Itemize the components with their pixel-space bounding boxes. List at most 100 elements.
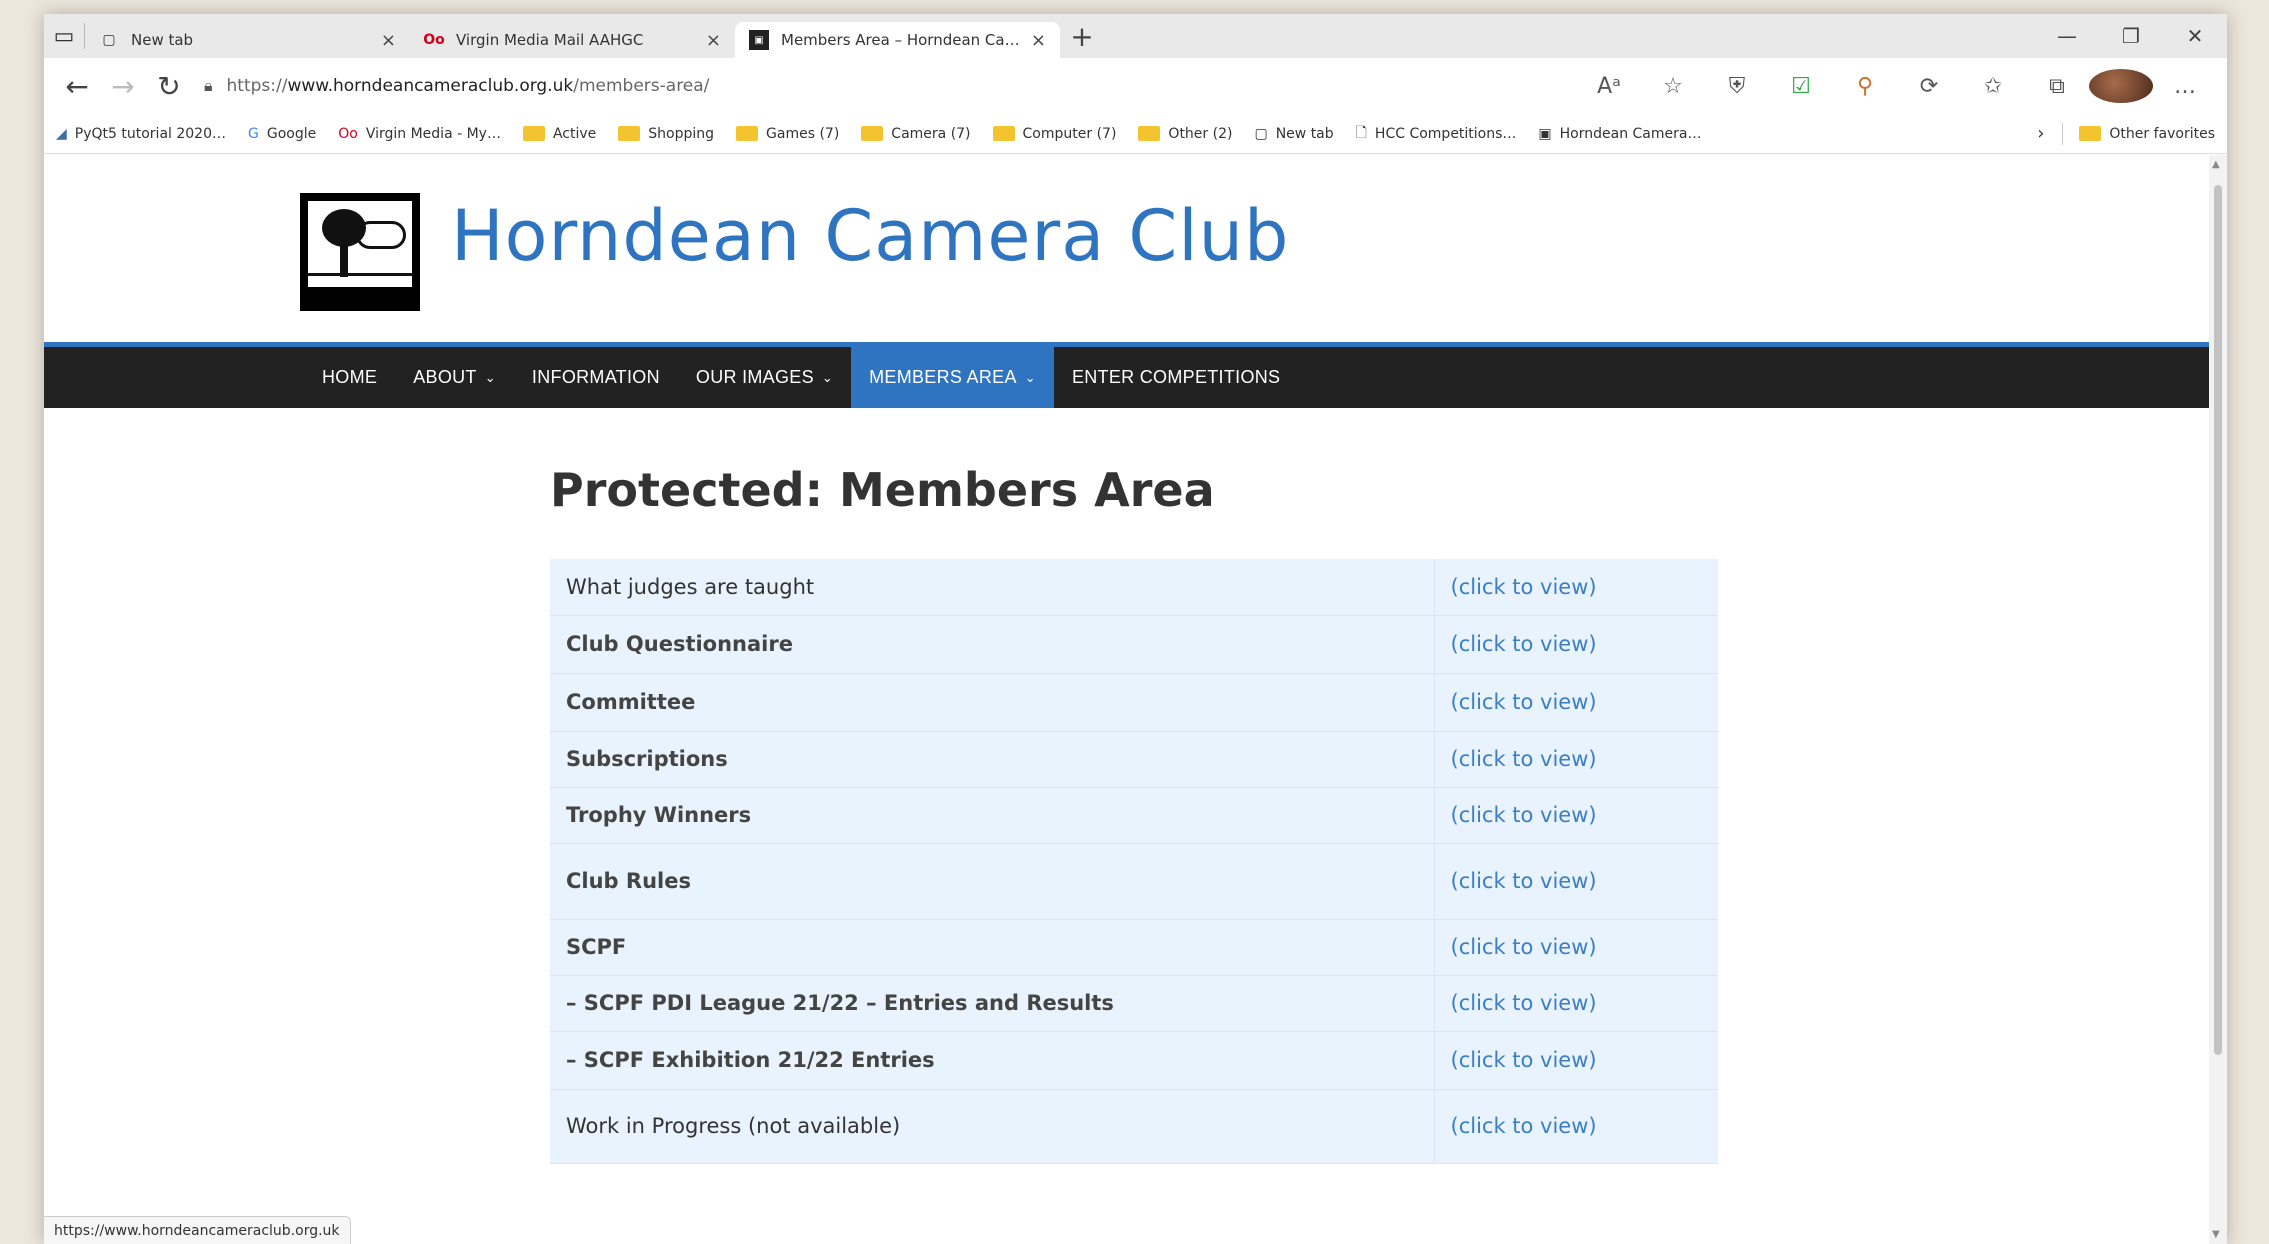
bookmark-item[interactable]: ▣ Horndean Camera… xyxy=(1538,126,1701,142)
tab-actions-icon[interactable]: ▭ xyxy=(44,14,84,58)
bookmark-item[interactable]: Camera (7) xyxy=(861,126,971,142)
close-icon[interactable]: × xyxy=(706,30,721,51)
minimize-icon[interactable]: — xyxy=(2035,14,2099,58)
nav-item-label: OUR IMAGES xyxy=(695,367,814,387)
search-extension-icon[interactable]: ⚲ xyxy=(1833,74,1897,99)
chevron-down-icon: ⌄ xyxy=(1024,369,1036,385)
click-to-view-link[interactable]: (click to view) xyxy=(1433,1089,1718,1164)
bookmark-item[interactable]: G Google xyxy=(248,126,316,142)
bookmark-item[interactable]: Active xyxy=(522,125,597,142)
chevron-right-icon[interactable]: › xyxy=(2037,123,2044,144)
folder-icon xyxy=(1138,126,1161,141)
other-favorites[interactable]: Other favorites xyxy=(2079,126,2215,142)
new-tab-button[interactable]: + xyxy=(1064,18,1100,54)
nav-item-about[interactable]: ABOUT ⌄ xyxy=(395,347,514,408)
bookmark-label: Other (2) xyxy=(1168,125,1233,142)
tab-members-area[interactable]: ▣ Members Area – Horndean Cam… × xyxy=(735,22,1060,58)
table-row: What judges are taught (click to view) xyxy=(550,559,1718,616)
click-to-view-link[interactable]: (click to view) xyxy=(1433,559,1718,616)
bookmark-label: Active xyxy=(552,125,597,142)
restore-icon[interactable]: ❐ xyxy=(2099,14,2163,58)
click-to-view-link[interactable]: (click to view) xyxy=(1433,919,1718,976)
folder-icon xyxy=(736,126,759,141)
table-row: – SCPF PDI League 21/22 – Entries and Re… xyxy=(550,975,1718,1032)
bookmark-item[interactable]: Computer (7) xyxy=(992,126,1116,142)
row-label: SCPF xyxy=(550,919,1434,976)
back-icon[interactable]: ← xyxy=(54,63,100,109)
bookmark-item[interactable]: Oo Virgin Media - My… xyxy=(338,126,501,142)
scroll-up-icon[interactable]: ▲ xyxy=(2212,159,2220,170)
click-to-view-link[interactable]: (click to view) xyxy=(1433,1031,1718,1090)
url-text[interactable]: https://www.horndeancameraclub.org.uk/me… xyxy=(227,76,710,96)
tab-new-tab[interactable]: ▢ New tab × xyxy=(85,22,410,58)
table-row: Subscriptions (click to view) xyxy=(550,731,1718,788)
extension-icon[interactable]: ⛨ xyxy=(1705,74,1769,99)
main-nav: HOME ABOUT ⌄ INFORMATION OUR IMAGES ⌄ MEMBERS … xyxy=(44,342,2227,408)
folder-icon xyxy=(992,126,1015,141)
row-label: What judges are taught xyxy=(550,559,1434,616)
row-label: Committee xyxy=(550,673,1434,732)
click-to-view-link[interactable]: (click to view) xyxy=(1433,615,1718,674)
club-logo[interactable] xyxy=(300,193,420,311)
nav-item-our-images[interactable]: OUR IMAGES ⌄ xyxy=(678,347,851,408)
bookmark-label: Google xyxy=(266,125,317,142)
nav-item-label: INFORMATION xyxy=(531,367,660,387)
click-to-view-link[interactable]: (click to view) xyxy=(1433,673,1718,732)
page-icon: 🗋︎ xyxy=(1355,124,1367,141)
close-icon[interactable]: × xyxy=(381,30,396,51)
virgin-media-icon: Oo xyxy=(423,32,445,48)
lock-icon[interactable]: 🔒︎ xyxy=(204,76,213,96)
status-url: https://www.horndeancameraclub.org.uk xyxy=(44,1216,351,1244)
bookmark-label: HCC Competitions… xyxy=(1374,125,1517,142)
site-favicon: ▣ xyxy=(749,30,769,50)
bookmark-item[interactable]: Games (7) xyxy=(736,126,839,142)
tab-virgin-mail[interactable]: Oo Virgin Media Mail AAHGC × xyxy=(410,22,735,58)
bookmarks-overflow: › Other favorites xyxy=(2037,122,2215,145)
checkbox-extension-icon[interactable]: ☑ xyxy=(1769,74,1833,99)
more-menu-icon[interactable]: … xyxy=(2153,74,2217,99)
close-window-icon[interactable]: ✕ xyxy=(2163,14,2227,58)
favorites-icon[interactable]: ✩ xyxy=(1961,74,2025,99)
bookmark-label: New tab xyxy=(1275,125,1334,142)
click-to-view-link[interactable]: (click to view) xyxy=(1433,975,1718,1032)
folder-icon xyxy=(2079,126,2102,141)
click-to-view-link[interactable]: (click to view) xyxy=(1433,787,1718,844)
click-to-view-link[interactable]: (click to view) xyxy=(1433,843,1718,920)
click-to-view-link[interactable]: (click to view) xyxy=(1433,731,1718,788)
google-icon: G xyxy=(248,125,259,142)
row-label: – SCPF Exhibition 21/22 Entries xyxy=(550,1031,1434,1090)
scroll-down-icon[interactable]: ▼ xyxy=(2212,1229,2220,1240)
bookmark-label: Other favorites xyxy=(2109,125,2215,142)
address-bar[interactable]: 🔒︎ https://www.horndeancameraclub.org.uk… xyxy=(192,67,1577,105)
folder-icon xyxy=(618,126,641,141)
refresh-icon[interactable]: ↻ xyxy=(146,63,192,109)
nav-item-members-area[interactable]: MEMBERS AREA ⌄ xyxy=(851,347,1054,408)
bookmark-item[interactable]: 🗋︎ HCC Competitions… xyxy=(1356,122,1517,146)
members-table: What judges are taught (click to view) Clu… xyxy=(550,559,1718,1164)
site-title[interactable]: Horndean Camera Club xyxy=(451,195,1289,277)
bookmark-item[interactable]: Other (2) xyxy=(1138,126,1232,142)
read-aloud-icon[interactable]: Aᵃ xyxy=(1577,74,1641,99)
add-favorite-icon[interactable]: ☆ xyxy=(1641,74,1705,99)
bookmark-label: Virgin Media - My… xyxy=(365,125,501,142)
collections-icon[interactable]: ⧉ xyxy=(2025,74,2089,99)
chevron-down-icon: ⌄ xyxy=(821,369,834,385)
close-icon[interactable]: × xyxy=(1031,30,1046,51)
sync-icon[interactable]: ⟳ xyxy=(1897,74,1961,99)
nav-item-label: MEMBERS AREA xyxy=(869,367,1017,387)
bookmark-item[interactable]: Shopping xyxy=(618,126,714,142)
bookmark-label: Games (7) xyxy=(766,125,840,142)
page-scrollbar[interactable]: ▲ ▼ xyxy=(2209,155,2227,1244)
bookmark-item[interactable]: ◢ PyQt5 tutorial 2020… xyxy=(56,126,226,142)
table-row: – SCPF Exhibition 21/22 Entries (click to… xyxy=(550,1031,1718,1090)
bookmark-item[interactable]: ▢ New tab xyxy=(1254,126,1333,142)
nav-item-home[interactable]: HOME xyxy=(304,347,395,408)
site-favicon: ▣ xyxy=(1538,125,1552,142)
tab-title: New tab xyxy=(131,31,194,49)
nav-item-enter-competitions[interactable]: ENTER COMPETITIONS xyxy=(1054,347,1298,408)
profile-avatar[interactable] xyxy=(2089,69,2153,103)
nav-item-information[interactable]: INFORMATION xyxy=(514,347,678,408)
new-tab-icon: ▢ xyxy=(1254,125,1268,142)
forward-icon[interactable]: → xyxy=(100,63,146,109)
scroll-thumb[interactable] xyxy=(2214,185,2222,1055)
